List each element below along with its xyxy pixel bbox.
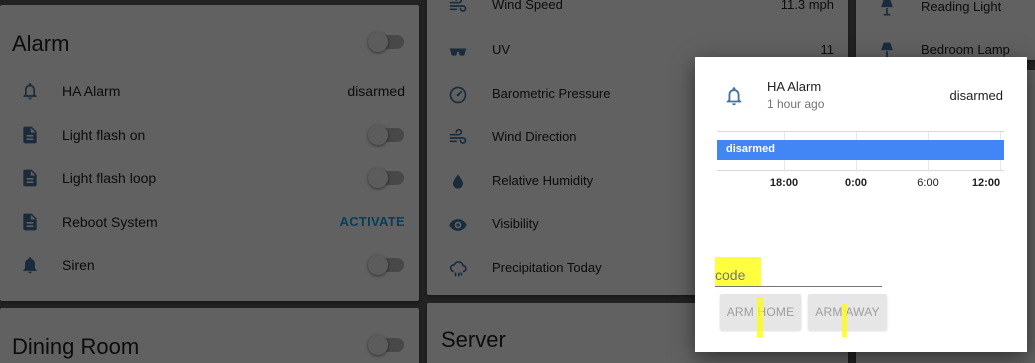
light-flash-loop-toggle[interactable]	[368, 168, 404, 188]
alarm-card: Alarm HA Alarm disarmed Light flash on L…	[0, 5, 419, 301]
entity-row-wind-speed[interactable]: Wind Speed 11.3 mph	[427, 0, 848, 26]
bell-icon	[23, 257, 37, 274]
entity-label: Wind Speed	[492, 0, 563, 12]
timeline-tick-label: 6:00	[917, 177, 939, 189]
entity-label: Siren	[62, 257, 95, 273]
siren-toggle[interactable]	[368, 255, 404, 275]
wind-icon	[449, 128, 467, 144]
code-input[interactable]	[715, 265, 882, 285]
activate-button[interactable]: ACTIVATE	[340, 214, 405, 229]
alarm-group-toggle[interactable]	[368, 32, 404, 52]
alarm-card-title: Alarm	[12, 31, 70, 56]
script-file-icon	[23, 213, 37, 231]
arm-home-button[interactable]: ARM HOME	[720, 294, 801, 330]
entity-row-light-flash-loop[interactable]: Light flash loop	[0, 158, 419, 198]
dialog-entity-state: disarmed	[949, 88, 1003, 103]
entity-row-siren[interactable]: Siren	[0, 245, 419, 285]
timeline-tick-label: 0:00	[844, 177, 868, 189]
entity-label: Reading Light	[921, 0, 1002, 14]
entity-label: Relative Humidity	[492, 173, 594, 188]
sunglasses-icon	[449, 48, 467, 56]
entity-label: Reboot System	[62, 214, 158, 230]
entity-row-ha-alarm[interactable]: HA Alarm disarmed	[0, 71, 419, 111]
entity-label: Light flash loop	[62, 170, 157, 186]
dining-room-group-toggle[interactable]	[368, 335, 404, 355]
entity-state: disarmed	[347, 83, 405, 99]
lamp-icon	[881, 0, 893, 16]
eye-icon	[449, 219, 467, 231]
entity-label: Barometric Pressure	[492, 86, 611, 101]
bell-outline-icon	[23, 83, 37, 100]
wind-icon	[449, 0, 467, 12]
timeline-state-bar[interactable]: disarmed	[717, 140, 1004, 160]
dining-room-card-title: Dining Room	[12, 334, 140, 359]
light-flash-on-toggle[interactable]	[368, 125, 404, 145]
dialog-entity-name: HA Alarm	[767, 79, 822, 94]
water-percent-icon	[453, 174, 463, 189]
entity-value: 11	[820, 42, 835, 57]
entity-label: Light flash on	[62, 127, 146, 143]
server-card-title: Server	[441, 327, 506, 352]
dining-room-card: Dining Room	[0, 308, 419, 363]
entity-row-reading-light[interactable]: Reading Light	[856, 0, 1035, 28]
entity-value: 11.3 mph	[780, 0, 834, 12]
entity-row-light-flash-on[interactable]: Light flash on	[0, 115, 419, 155]
entity-label: HA Alarm	[62, 83, 121, 99]
entity-label: UV	[492, 42, 511, 57]
bell-outline-icon	[726, 87, 742, 106]
entity-label: Bedroom Lamp	[921, 42, 1010, 57]
entity-label: Visibility	[492, 216, 539, 231]
code-field	[715, 257, 882, 287]
entity-label: Wind Direction	[492, 129, 577, 144]
entity-label: Precipitation Today	[492, 260, 602, 275]
history-timeline: disarmed 18:00 0:00 6:00 12:00	[717, 131, 1004, 199]
dialog-last-changed: 1 hour ago	[767, 97, 825, 111]
timeline-tick-label: 12:00	[971, 177, 1001, 189]
script-file-icon	[23, 169, 37, 187]
arm-away-button[interactable]: ARM AWAY	[808, 294, 887, 330]
timeline-bar-label: disarmed	[726, 143, 775, 155]
weather-pouring-icon	[449, 261, 467, 277]
entity-row-reboot-system[interactable]: Reboot System ACTIVATE	[0, 202, 419, 242]
more-info-dialog: HA Alarm 1 hour ago disarmed disarmed 18…	[695, 57, 1027, 352]
timeline-tick-label: 18:00	[769, 177, 799, 189]
gauge-icon	[449, 86, 467, 104]
script-file-icon	[23, 126, 37, 144]
lights-card: Reading Light Bedroom Lamp	[856, 0, 1035, 60]
